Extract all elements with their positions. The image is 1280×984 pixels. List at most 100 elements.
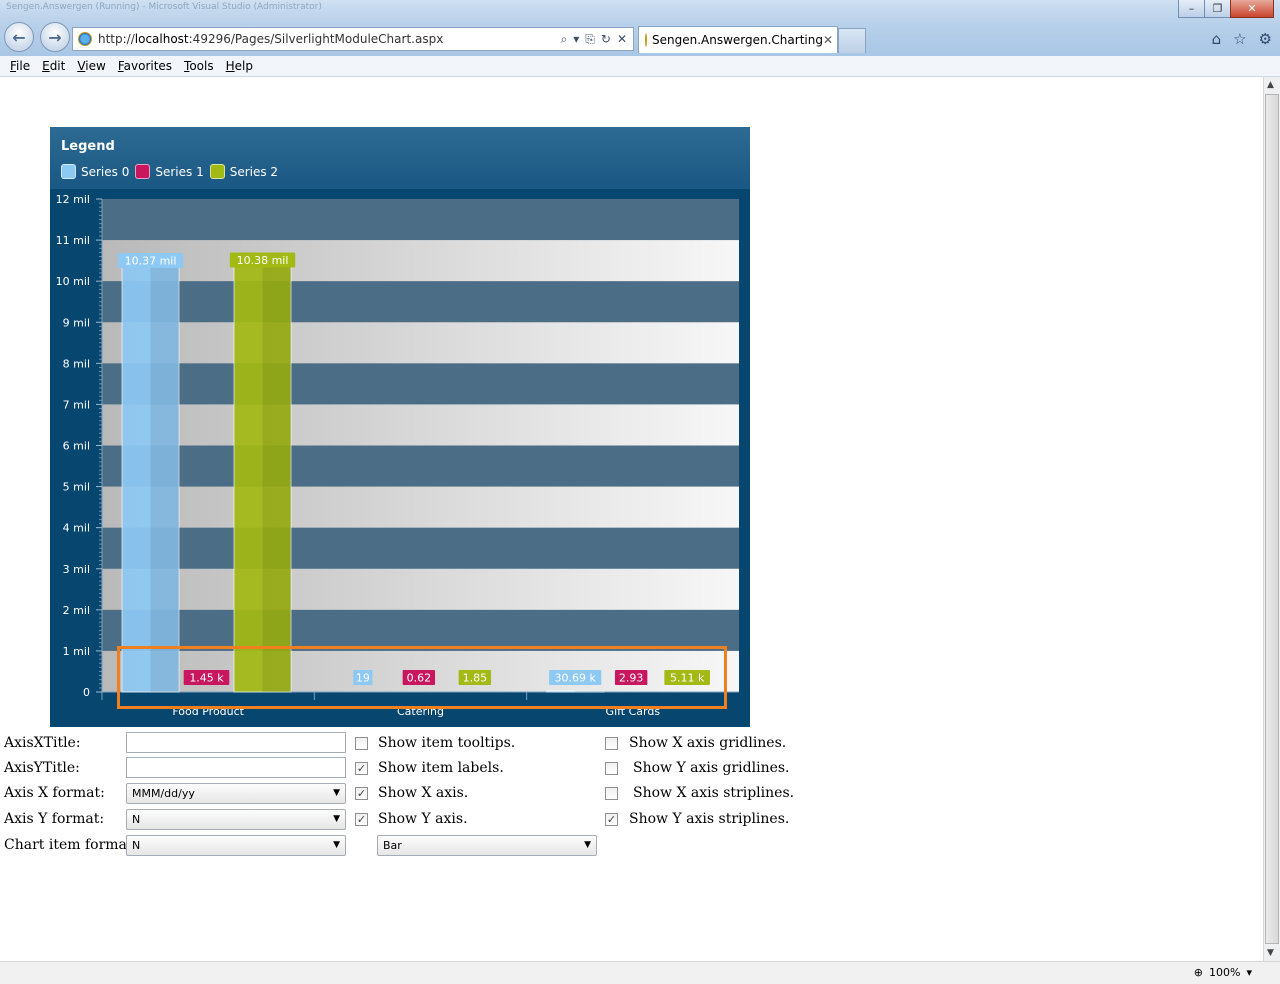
show-y-axis-label: Show Y axis. bbox=[378, 811, 468, 827]
axis-x-title-label: AxisXTitle: bbox=[4, 735, 81, 751]
chart-type-select[interactable]: Bar ▼ bbox=[377, 835, 597, 856]
y-tick-label: 6 mil bbox=[63, 440, 90, 453]
address-url[interactable]: http://localhost:49296/Pages/Silverlight… bbox=[98, 32, 561, 46]
axis-y-format-select[interactable]: N ▼ bbox=[126, 809, 346, 830]
menu-view[interactable]: View bbox=[77, 59, 105, 73]
tab-close-icon[interactable]: ✕ bbox=[823, 33, 833, 47]
maximize-button[interactable]: ❐ bbox=[1204, 0, 1231, 18]
compat-view-icon[interactable]: ⎘ bbox=[585, 32, 595, 47]
show-x-gridlines-checkbox[interactable] bbox=[605, 737, 618, 750]
home-icon[interactable]: ⌂ bbox=[1212, 30, 1222, 48]
axis-x-title-input[interactable] bbox=[126, 732, 346, 753]
menu-bar: File Edit View Favorites Tools Help bbox=[0, 56, 1280, 77]
y-tick-label: 7 mil bbox=[63, 398, 90, 411]
chart: Legend Series 0 Series 1 Series 2 0 1 mil… bbox=[50, 127, 750, 727]
y-tick-label: 9 mil bbox=[63, 316, 90, 329]
show-item-labels-checkbox[interactable]: ✓ bbox=[355, 762, 368, 775]
zoom-control[interactable]: ⊕ 100% ▾ bbox=[1194, 966, 1252, 979]
select-value: Bar bbox=[383, 839, 402, 852]
back-button[interactable]: ← bbox=[4, 22, 34, 52]
axis-y-title-input[interactable] bbox=[126, 757, 346, 778]
scroll-thumb[interactable] bbox=[1265, 94, 1279, 944]
chevron-down-icon: ▼ bbox=[584, 840, 591, 850]
bar-shade bbox=[262, 265, 291, 692]
show-x-axis-checkbox[interactable]: ✓ bbox=[355, 787, 368, 800]
axis-y-title-label: AxisYTitle: bbox=[4, 760, 80, 776]
y-tick-label: 3 mil bbox=[63, 563, 90, 576]
data-label: 1.45 k bbox=[189, 672, 224, 685]
favorites-icon[interactable]: ☆ bbox=[1233, 30, 1246, 48]
window-controls: – ❐ ✕ bbox=[1178, 0, 1274, 18]
select-value: N bbox=[132, 839, 141, 852]
menu-file[interactable]: File bbox=[10, 59, 30, 73]
y-stripline bbox=[102, 404, 739, 446]
legend-label: Series 1 bbox=[155, 164, 204, 179]
refresh-icon[interactable]: ↻ bbox=[601, 32, 611, 47]
show-item-tooltips-checkbox[interactable] bbox=[355, 737, 368, 750]
axis-x-format-select[interactable]: MMM/dd/yy ▼ bbox=[126, 783, 346, 804]
menu-tools[interactable]: Tools bbox=[184, 59, 214, 73]
x-category-label: Gift Cards bbox=[606, 705, 661, 718]
show-item-labels-label: Show item labels. bbox=[378, 760, 504, 776]
data-label: 1.85 bbox=[463, 672, 488, 685]
legend-title: Legend bbox=[61, 139, 115, 154]
menu-favorites[interactable]: Favorites bbox=[118, 59, 172, 73]
show-x-striplines-checkbox[interactable] bbox=[605, 787, 618, 800]
vertical-scrollbar[interactable]: ▲ ▼ bbox=[1263, 77, 1280, 961]
url-prefix: http:// bbox=[98, 32, 135, 46]
chart-item-format-select[interactable]: N ▼ bbox=[126, 835, 346, 856]
search-dropdown-icon[interactable]: ▾ bbox=[573, 32, 579, 47]
menu-edit[interactable]: Edit bbox=[42, 59, 65, 73]
y-stripline bbox=[102, 486, 739, 528]
y-stripline bbox=[102, 568, 739, 610]
select-value: MMM/dd/yy bbox=[132, 787, 195, 800]
address-bar[interactable]: http://localhost:49296/Pages/Silverlight… bbox=[72, 27, 634, 51]
data-label: 5.11 k bbox=[670, 672, 705, 685]
x-category-label: Catering bbox=[397, 705, 444, 718]
show-y-striplines-checkbox[interactable]: ✓ bbox=[605, 813, 618, 826]
menu-help[interactable]: Help bbox=[226, 59, 253, 73]
y-stripline bbox=[102, 322, 739, 364]
new-tab-button[interactable] bbox=[838, 28, 866, 53]
bar-shade bbox=[575, 690, 604, 692]
browser-tab[interactable]: Sengen.Answergen.Charting ✕ bbox=[638, 26, 838, 53]
chevron-down-icon: ▼ bbox=[333, 814, 340, 824]
data-label: 10.37 mil bbox=[125, 254, 177, 267]
minimize-button[interactable]: – bbox=[1178, 0, 1205, 18]
data-label: 30.69 k bbox=[554, 672, 596, 685]
chart-item-format-label: Chart item format: bbox=[4, 837, 138, 853]
y-tick-label: 4 mil bbox=[63, 522, 90, 535]
y-tick-label: 0 bbox=[83, 686, 90, 699]
window-title: Sengen.Answergen (Running) - Microsoft V… bbox=[6, 2, 322, 12]
search-icon[interactable]: ⌕ bbox=[561, 32, 568, 47]
bar-shade bbox=[150, 265, 179, 692]
y-tick-label: 1 mil bbox=[63, 645, 90, 658]
legend-item-series-1: Series 1 bbox=[135, 164, 204, 179]
forward-button[interactable]: → bbox=[40, 22, 70, 52]
zoom-icon: ⊕ bbox=[1193, 966, 1204, 979]
legend-swatch bbox=[135, 164, 151, 179]
gear-icon[interactable]: ⚙ bbox=[1259, 30, 1272, 48]
chart-plot: 0 1 mil 2 mil 3 mil 4 mil 5 mil 6 mil 7 mil 8 mi… bbox=[56, 193, 739, 718]
url-path: :49296/Pages/SilverlightModuleChart.aspx bbox=[188, 32, 444, 46]
axis-y-format-label: Axis Y format: bbox=[4, 811, 105, 827]
show-y-gridlines-checkbox[interactable] bbox=[605, 762, 618, 775]
close-window-button[interactable]: ✕ bbox=[1230, 0, 1274, 18]
y-stripline bbox=[102, 240, 739, 282]
scroll-down-icon[interactable]: ▼ bbox=[1267, 948, 1274, 958]
tab-label: Sengen.Answergen.Charting bbox=[652, 33, 823, 47]
y-tick-label: 8 mil bbox=[63, 357, 90, 370]
browser-chrome: Sengen.Answergen (Running) - Microsoft V… bbox=[0, 0, 1280, 56]
data-label: 10.38 mil bbox=[237, 254, 289, 267]
stop-icon[interactable]: ✕ bbox=[617, 32, 627, 47]
show-y-axis-checkbox[interactable]: ✓ bbox=[355, 813, 368, 826]
scroll-up-icon[interactable]: ▲ bbox=[1267, 80, 1274, 90]
show-y-gridlines-label: Show Y axis gridlines. bbox=[633, 760, 790, 776]
y-tick-label: 11 mil bbox=[56, 234, 90, 247]
y-tick-label: 2 mil bbox=[63, 604, 90, 617]
ie-tab-icon bbox=[645, 33, 647, 47]
legend-item-series-2: Series 2 bbox=[209, 164, 279, 179]
legend-label: Series 0 bbox=[81, 164, 130, 179]
legend-label: Series 2 bbox=[229, 164, 279, 179]
chevron-down-icon: ▼ bbox=[333, 788, 340, 798]
